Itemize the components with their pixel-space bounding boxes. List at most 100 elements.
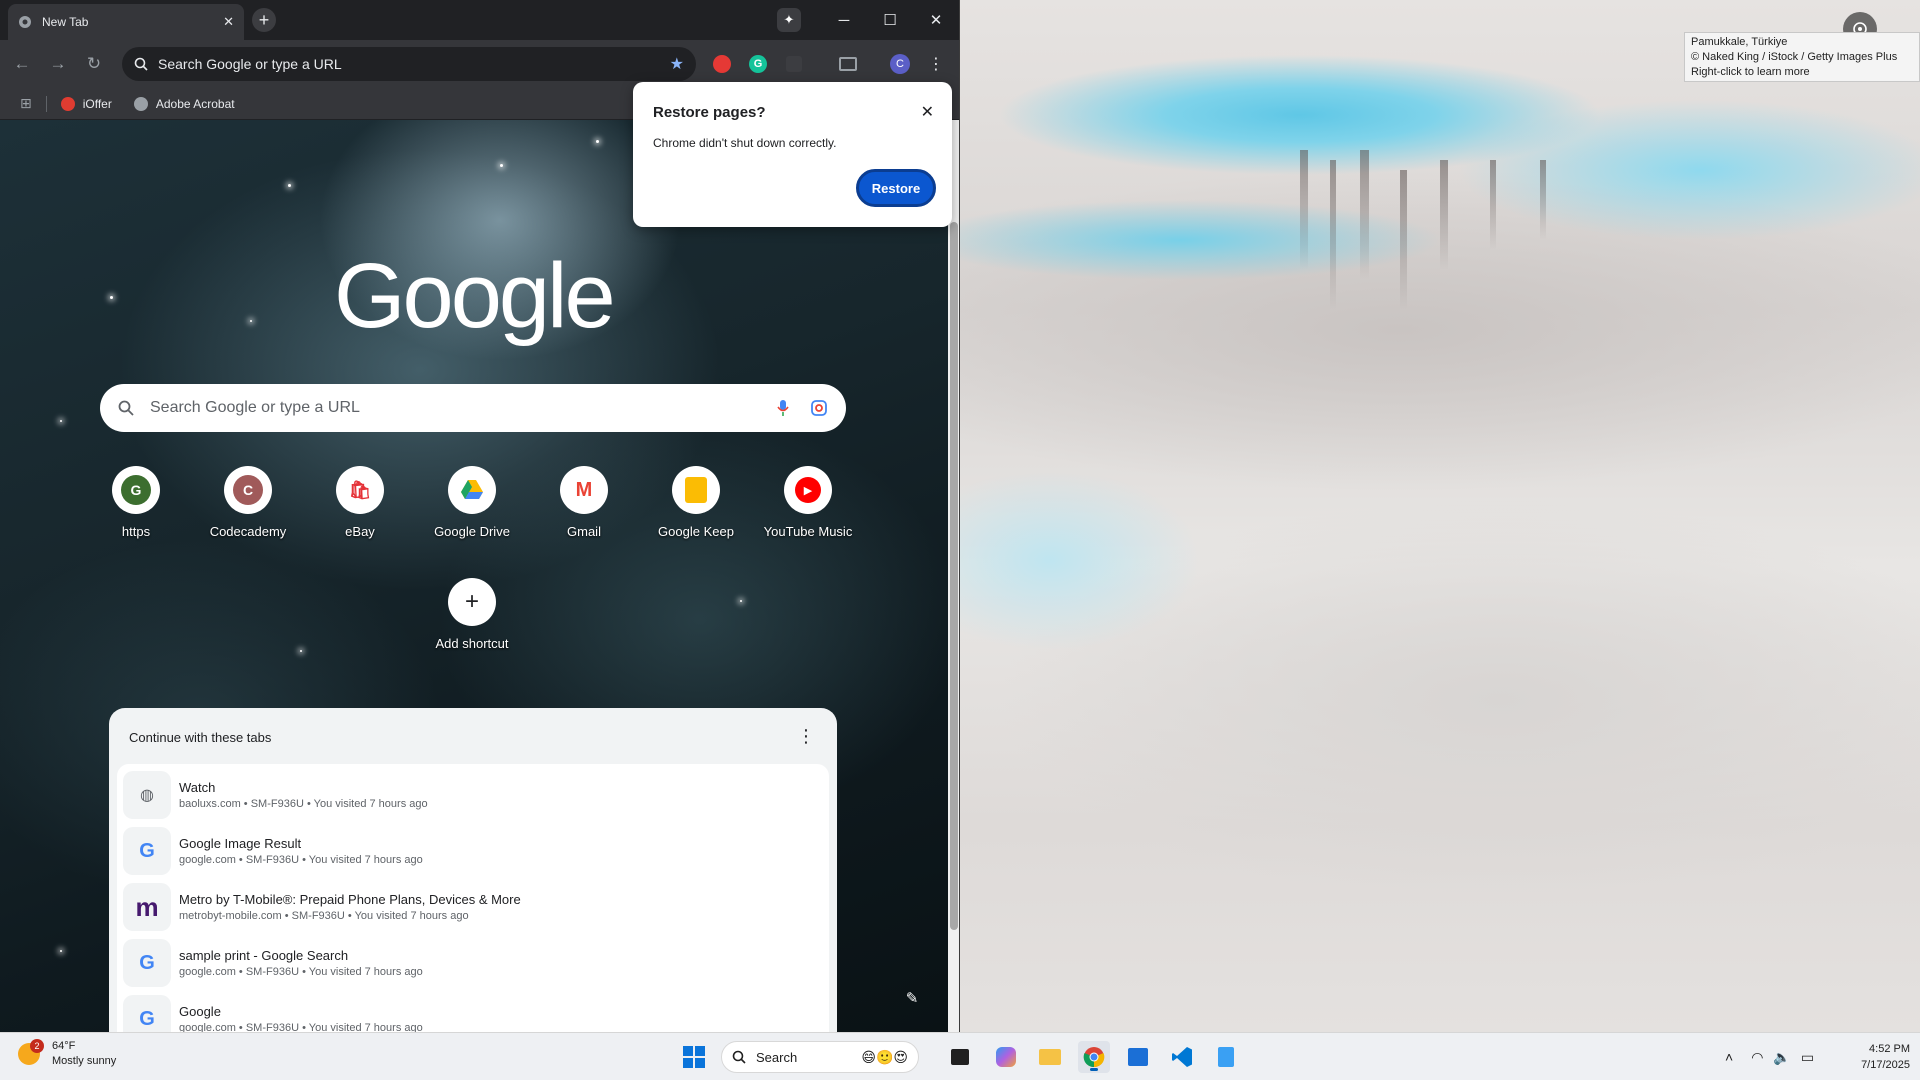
star-decoration (250, 320, 252, 322)
chrome-icon (1083, 1047, 1105, 1068)
ebay-icon: 🛍 (336, 466, 384, 514)
google-icon: G (123, 827, 171, 875)
folder-icon (1039, 1049, 1061, 1065)
chrome-taskbar-button[interactable] (1078, 1041, 1110, 1073)
globe-icon (133, 96, 148, 111)
google-logo: Google (334, 245, 616, 347)
maximize-button[interactable]: ☐ (867, 0, 913, 40)
gemini-button[interactable]: ✦ (777, 8, 801, 32)
menu-kebab-icon[interactable]: ⋮ (924, 52, 948, 76)
plus-icon: + (448, 578, 496, 626)
tab-meta: metrobyt-mobile.com • SM-F936U • You vis… (179, 910, 469, 922)
wallpaper-location: Pamukkale, Türkiye (1691, 36, 1788, 48)
tab-meta: google.com • SM-F936U • You visited 7 ho… (179, 854, 423, 866)
close-icon[interactable]: ✕ (921, 102, 934, 122)
shortcut-gmail[interactable]: M Gmail (528, 466, 640, 556)
shortcut-youtube-music[interactable]: ▶ YouTube Music (752, 466, 864, 556)
list-item[interactable]: G Google Image Result google.com • SM-F93… (123, 824, 823, 878)
customize-pencil-icon[interactable]: ✎ (898, 984, 926, 1012)
shortcut-google-drive[interactable]: Google Drive (416, 466, 528, 556)
store-button[interactable] (1122, 1041, 1154, 1073)
shortcut-ebay[interactable]: 🛍 eBay (304, 466, 416, 556)
list-item[interactable]: m Metro by T-Mobile®: Prepaid Phone Plan… (123, 880, 823, 934)
extension-icon[interactable] (782, 52, 806, 76)
list-item[interactable]: G sample print - Google Search google.com… (123, 936, 823, 990)
ntp-search-box[interactable]: Search Google or type a URL (100, 384, 846, 432)
bookmark-adobe-acrobat[interactable]: Adobe Acrobat (133, 96, 235, 111)
battery-icon[interactable]: ▭ (1801, 1049, 1814, 1066)
close-tab-icon[interactable]: ✕ (223, 14, 234, 30)
start-button[interactable] (678, 1041, 710, 1073)
bookmark-star-icon[interactable]: ★ (670, 54, 684, 74)
wallpaper-credit: © Naked King / iStock / Getty Images Plu… (1691, 51, 1898, 63)
back-button[interactable]: ← (8, 50, 36, 78)
chevron-up-icon[interactable]: ˄ (1725, 1049, 1733, 1065)
close-window-button[interactable]: ✕ (913, 0, 959, 40)
star-decoration (60, 420, 62, 422)
tab-title: Watch (179, 780, 216, 795)
star-decoration (110, 296, 113, 299)
wallpaper-detail (1360, 150, 1369, 280)
vscode-button[interactable] (1166, 1041, 1198, 1073)
card-menu-icon[interactable]: ⋮ (797, 726, 815, 747)
new-tab-page: Google Search Google or type a URL G htt… (0, 120, 948, 1032)
tab-meta: google.com • SM-F936U • You visited 7 ho… (179, 1022, 423, 1032)
notification-badge: 2 (30, 1039, 44, 1053)
star-decoration (596, 140, 599, 143)
tab-new-tab[interactable]: New Tab ✕ (8, 4, 244, 40)
google-drive-icon (448, 466, 496, 514)
copilot-button[interactable] (990, 1041, 1022, 1073)
extension-grammarly-icon[interactable]: G (746, 52, 770, 76)
clock-time: 4:52 PM (1869, 1043, 1910, 1055)
shortcut-codecademy[interactable]: C Codecademy (192, 466, 304, 556)
new-tab-button[interactable]: + (252, 8, 276, 32)
google-lens-icon[interactable] (810, 399, 828, 417)
star-decoration (500, 164, 503, 167)
shortcut-label: Google Keep (658, 524, 734, 539)
list-item[interactable]: ◍ Watch baoluxs.com • SM-F936U • You visi… (123, 768, 823, 822)
minimize-button[interactable]: ─ (821, 0, 867, 40)
task-view-button[interactable] (944, 1041, 976, 1073)
taskbar-search-box[interactable]: Search 😄🙂😍 (721, 1041, 919, 1073)
copilot-icon (996, 1047, 1016, 1067)
tab-meta: google.com • SM-F936U • You visited 7 ho… (179, 966, 423, 978)
https-icon: G (112, 466, 160, 514)
notepad-button[interactable] (1210, 1041, 1242, 1073)
scrollbar-thumb[interactable] (950, 222, 958, 930)
search-highlight-icon: 😄🙂😍 (861, 1048, 908, 1065)
profile-avatar[interactable]: C (888, 52, 912, 76)
forward-button[interactable]: → (44, 50, 72, 78)
wifi-icon[interactable]: ◠ (1751, 1049, 1763, 1066)
sun-icon: 2 (18, 1039, 44, 1065)
file-explorer-button[interactable] (1034, 1041, 1066, 1073)
extension-adblock-icon[interactable] (710, 52, 734, 76)
restore-pages-dialog: Restore pages? ✕ Chrome didn't shut down… (633, 82, 952, 227)
microphone-icon[interactable] (776, 399, 790, 417)
star-decoration (300, 650, 302, 652)
ntp-search-placeholder: Search Google or type a URL (150, 399, 360, 416)
bookmark-ioffer[interactable]: iOffer (60, 96, 112, 111)
weather-widget[interactable]: 2 64°F Mostly sunny (18, 1039, 116, 1069)
add-shortcut-button[interactable]: + Add shortcut (416, 578, 528, 668)
divider (45, 95, 47, 112)
bookmark-label: Adobe Acrobat (155, 96, 235, 111)
restore-button[interactable]: Restore (856, 169, 936, 207)
shortcut-google-keep[interactable]: Google Keep (640, 466, 752, 556)
media-router-icon[interactable] (836, 52, 860, 76)
reload-button[interactable]: ↻ (80, 50, 108, 78)
apps-grid-icon[interactable]: ⊞ (20, 95, 32, 112)
bookmark-label: iOffer (82, 96, 112, 111)
title-bar: New Tab ✕ + ✦ ─ ☐ ✕ (0, 0, 959, 40)
chrome-window: New Tab ✕ + ✦ ─ ☐ ✕ ← → ↻ Search Google … (0, 0, 960, 1032)
address-bar[interactable]: Search Google or type a URL ★ (122, 47, 696, 81)
task-view-icon (951, 1049, 969, 1065)
wallpaper-info-tooltip: Pamukkale, Türkiye © Naked King / iStock… (1684, 32, 1920, 82)
clock[interactable]: 4:52 PM 7/17/2025 (1840, 1041, 1910, 1073)
volume-icon[interactable]: 🔈 (1773, 1049, 1790, 1066)
search-icon (134, 57, 148, 71)
wallpaper-detail (1400, 170, 1407, 310)
vscode-icon (1172, 1047, 1192, 1067)
google-keep-icon (672, 466, 720, 514)
shortcut-https[interactable]: G https (80, 466, 192, 556)
list-item[interactable]: G Google google.com • SM-F936U • You visi… (123, 992, 823, 1032)
